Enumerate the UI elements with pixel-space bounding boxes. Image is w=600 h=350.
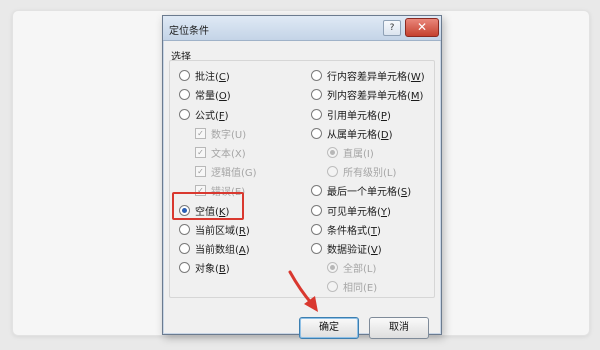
cancel-button[interactable]: 取消: [369, 317, 429, 339]
option-precedents[interactable]: 引用单元格(P): [311, 107, 391, 122]
radio-icon: [311, 184, 322, 196]
option-row-differences-label: 行内容差异单元格(W): [327, 71, 425, 83]
option-comments-label: 批注(C): [195, 71, 230, 83]
option-conditional-formats[interactable]: 条件格式(T): [311, 222, 381, 237]
option-formulas-label: 公式(F): [195, 110, 229, 122]
radio-icon: [179, 108, 190, 120]
option-row-differences[interactable]: 行内容差异单元格(W): [311, 68, 425, 83]
highlight-box: [172, 192, 244, 220]
option-direct-only-label: 直属(I): [343, 148, 374, 160]
radio-icon: [311, 108, 322, 120]
option-current-array-label: 当前数组(A): [195, 244, 250, 256]
radio-disabled-icon: [327, 165, 338, 177]
option-visible-cells[interactable]: 可见单元格(Y): [311, 203, 391, 218]
option-precedents-label: 引用单元格(P): [327, 110, 391, 122]
option-constants-label: 常量(O): [195, 90, 231, 102]
option-constants[interactable]: 常量(O): [179, 87, 231, 102]
option-conditional-formats-label: 条件格式(T): [327, 225, 381, 237]
option-last-cell-label: 最后一个单元格(S): [327, 186, 412, 198]
option-dependents-label: 从属单元格(D): [327, 129, 393, 141]
option-all-levels: 所有级别(L): [327, 164, 397, 179]
option-current-array[interactable]: 当前数组(A): [179, 241, 250, 256]
option-dependents[interactable]: 从属单元格(D): [311, 126, 393, 141]
close-button[interactable]: ✕: [405, 18, 439, 37]
radio-icon: [311, 127, 322, 139]
check-icon: ✓: [195, 146, 206, 158]
radio-icon: [311, 69, 322, 81]
option-last-cell[interactable]: 最后一个单元格(S): [311, 183, 412, 198]
option-data-validation[interactable]: 数据验证(V): [311, 241, 382, 256]
option-visible-cells-label: 可见单元格(Y): [327, 206, 391, 218]
option-validation-all: 全部(L): [327, 260, 377, 275]
title-bar: 定位条件 ? ✕: [163, 16, 441, 41]
help-button[interactable]: ?: [383, 20, 401, 36]
checkbox-text-label: 文本(X): [211, 148, 246, 160]
radio-icon: [179, 69, 190, 81]
option-column-differences[interactable]: 列内容差异单元格(M): [311, 87, 424, 102]
option-validation-all-label: 全部(L): [343, 263, 377, 275]
option-data-validation-label: 数据验证(V): [327, 244, 382, 256]
radio-disabled-selected-icon: [327, 146, 338, 158]
option-current-region[interactable]: 当前区域(R): [179, 222, 250, 237]
radio-icon: [179, 223, 190, 235]
radio-icon: [179, 88, 190, 100]
option-validation-same: 相同(E): [327, 279, 378, 294]
check-icon: ✓: [195, 165, 206, 177]
option-column-differences-label: 列内容差异单元格(M): [327, 90, 424, 102]
option-direct-only: 直属(I): [327, 145, 374, 160]
radio-icon: [179, 242, 190, 254]
checkbox-logicals: ✓ 逻辑值(G): [195, 164, 257, 179]
radio-icon: [179, 261, 190, 273]
checkbox-logicals-label: 逻辑值(G): [211, 167, 257, 179]
ok-button[interactable]: 确定: [299, 317, 359, 339]
radio-icon: [311, 242, 322, 254]
checkbox-text: ✓ 文本(X): [195, 145, 246, 160]
radio-disabled-selected-icon: [327, 261, 338, 273]
radio-disabled-icon: [327, 280, 338, 292]
option-all-levels-label: 所有级别(L): [343, 167, 397, 179]
go-to-special-dialog: 定位条件 ? ✕ 选择 批注(C) 常量(O) 公式(F) ✓ 数字(U) ✓ …: [162, 15, 442, 339]
check-icon: ✓: [195, 127, 206, 139]
dialog-title: 定位条件: [169, 26, 209, 37]
checkbox-numbers: ✓ 数字(U): [195, 126, 247, 141]
radio-icon: [311, 223, 322, 235]
option-objects-label: 对象(B): [195, 263, 230, 275]
checkbox-numbers-label: 数字(U): [211, 129, 247, 141]
option-objects[interactable]: 对象(B): [179, 260, 230, 275]
radio-icon: [311, 204, 322, 216]
option-validation-same-label: 相同(E): [343, 282, 378, 294]
option-current-region-label: 当前区域(R): [195, 225, 250, 237]
option-comments[interactable]: 批注(C): [179, 68, 230, 83]
option-formulas[interactable]: 公式(F): [179, 107, 229, 122]
radio-icon: [311, 88, 322, 100]
